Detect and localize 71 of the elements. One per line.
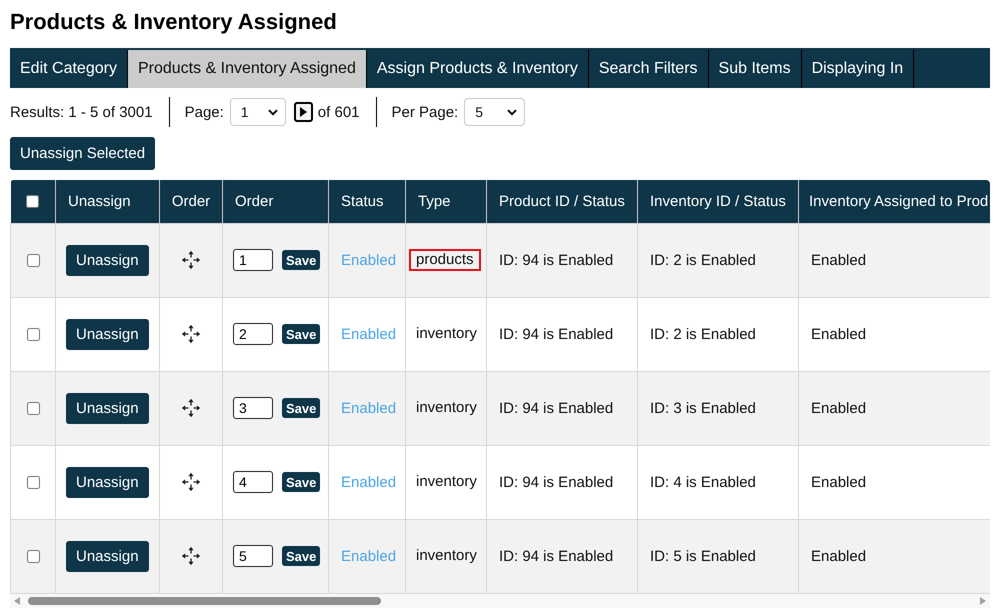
tab[interactable]: Displaying In xyxy=(802,50,914,88)
order-input[interactable]: 3 xyxy=(233,397,273,419)
scrollbar-thumb[interactable] xyxy=(28,596,381,604)
play-icon xyxy=(300,107,307,117)
column-header: Inventory Assigned to Prod xyxy=(798,180,990,223)
next-page-button[interactable] xyxy=(294,102,313,122)
results-count: Results: 1 - 5 of 3001 xyxy=(10,104,153,120)
table-cell: ID: 4 is Enabled xyxy=(638,445,798,519)
type-label: inventory xyxy=(415,472,478,492)
unassign-button[interactable]: Unassign xyxy=(66,466,149,498)
per-page-select[interactable]: 5 xyxy=(464,98,526,126)
page-title: Products & Inventory Assigned xyxy=(10,8,338,36)
column-header: Status xyxy=(328,180,406,223)
order-input[interactable]: 5 xyxy=(233,545,273,567)
move-icon xyxy=(181,250,201,270)
save-button[interactable]: Save xyxy=(282,398,320,418)
table-cell: ID: 94 is Enabled xyxy=(486,445,638,519)
type-label: inventory xyxy=(415,398,478,418)
move-icon xyxy=(181,398,201,418)
column-header: Product ID / Status xyxy=(486,180,638,223)
table-cell: Enabled xyxy=(798,223,990,297)
table-cell: ID: 3 is Enabled xyxy=(638,371,798,445)
page-label: Page: xyxy=(184,104,224,120)
column-header: Type xyxy=(406,180,486,223)
row-checkbox[interactable] xyxy=(26,254,40,268)
column-header: Order xyxy=(160,180,222,223)
order-input[interactable]: 4 xyxy=(233,471,273,493)
column-header: Order xyxy=(222,180,328,223)
row-checkbox[interactable] xyxy=(26,550,40,564)
per-page-label: Per Page: xyxy=(392,104,458,120)
select-all-checkbox[interactable] xyxy=(26,195,40,208)
table-cell: ID: 94 is Enabled xyxy=(486,297,638,371)
save-button[interactable]: Save xyxy=(282,324,320,344)
unassign-button[interactable]: Unassign xyxy=(66,540,149,572)
save-button[interactable]: Save xyxy=(282,546,320,566)
type-label: inventory xyxy=(415,546,478,566)
row-checkbox[interactable] xyxy=(26,328,40,342)
move-icon xyxy=(181,546,201,566)
type-label: inventory xyxy=(415,324,478,344)
unassign-button[interactable]: Unassign xyxy=(66,244,149,276)
tab[interactable]: Products & Inventory Assigned xyxy=(128,50,367,88)
page-total: of 601 xyxy=(318,104,360,120)
save-button[interactable]: Save xyxy=(282,472,320,492)
order-input[interactable]: 2 xyxy=(233,323,273,345)
tab[interactable]: Assign Products & Inventory xyxy=(366,50,589,88)
move-icon xyxy=(181,324,201,344)
column-header: Inventory ID / Status xyxy=(638,180,798,223)
row-checkbox[interactable] xyxy=(26,402,40,416)
unassign-selected-button[interactable]: Unassign Selected xyxy=(10,137,156,170)
page-select[interactable]: 1 xyxy=(230,98,286,126)
chevron-down-icon xyxy=(268,108,278,116)
table-cell: ID: 94 is Enabled xyxy=(486,371,638,445)
tab[interactable]: Search Filters xyxy=(588,50,709,88)
table-cell: ID: 94 is Enabled xyxy=(486,519,638,593)
unassign-button[interactable]: Unassign xyxy=(66,392,149,424)
scroll-right-icon xyxy=(980,596,986,604)
scroll-left-icon xyxy=(14,596,20,604)
type-label: products xyxy=(409,249,481,271)
chevron-down-icon xyxy=(507,108,518,116)
table-cell: ID: 5 is Enabled xyxy=(638,519,798,593)
table-cell: ID: 94 is Enabled xyxy=(486,223,638,297)
horizontal-scrollbar[interactable] xyxy=(10,594,990,608)
column-header: Unassign xyxy=(56,180,160,223)
tab[interactable]: Sub Items xyxy=(708,50,802,88)
save-button[interactable]: Save xyxy=(282,250,320,270)
row-checkbox[interactable] xyxy=(26,476,40,490)
order-input[interactable]: 1 xyxy=(233,249,273,271)
move-icon xyxy=(181,472,201,492)
table-cell: ID: 2 is Enabled xyxy=(638,297,798,371)
table-cell: ID: 2 is Enabled xyxy=(638,223,798,297)
unassign-button[interactable]: Unassign xyxy=(66,318,149,350)
